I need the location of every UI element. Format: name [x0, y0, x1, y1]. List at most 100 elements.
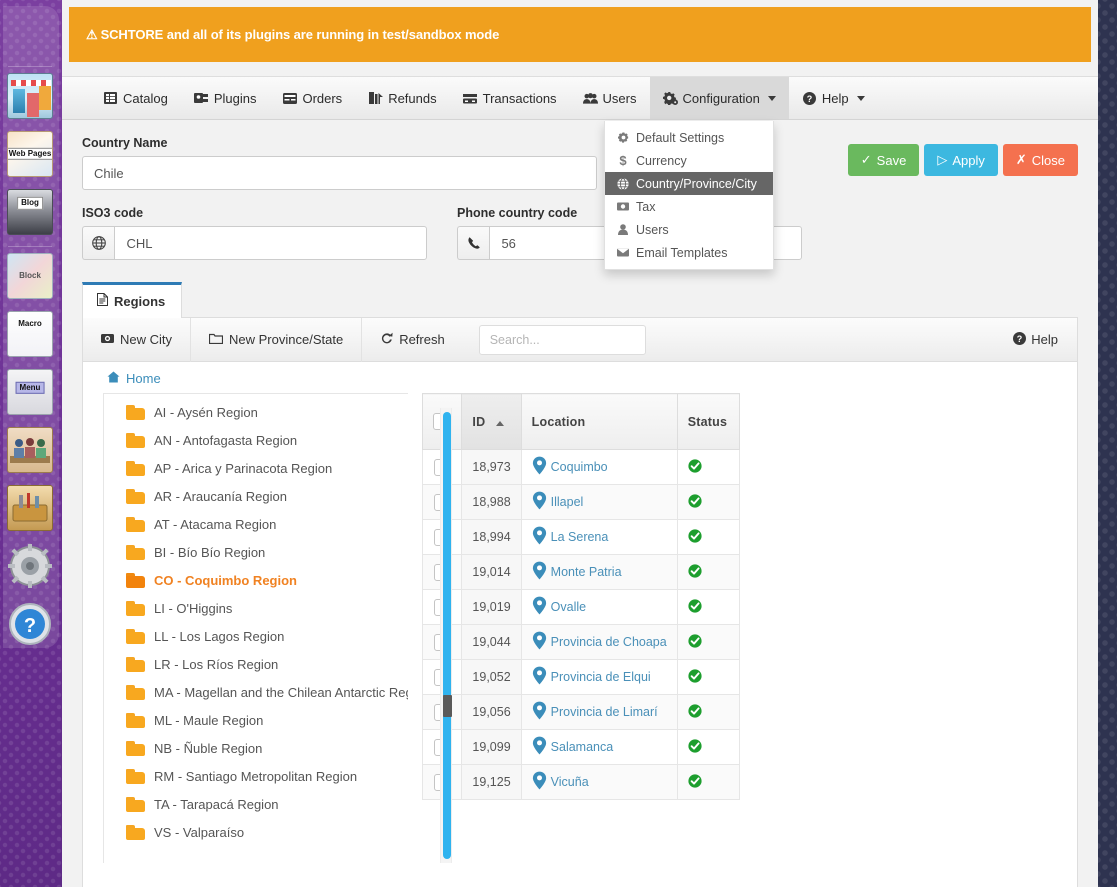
launcher-web-pages-app[interactable]: Web Pages [5, 128, 55, 180]
menu-item-users[interactable]: Users [605, 218, 773, 241]
tree-node[interactable]: ML - Maule Region [126, 706, 408, 734]
tree-node[interactable]: RM - Santiago Metropolitan Region [126, 762, 408, 790]
location-link[interactable]: Vicuña [551, 775, 589, 789]
table-row[interactable]: 19,099 Salamanca [421, 729, 741, 765]
launcher-block-app[interactable]: Block [5, 250, 55, 302]
nav-item-plugins[interactable]: Plugins [181, 77, 270, 119]
nav-item-configuration[interactable]: Configuration [649, 77, 789, 119]
tree-node-label: ML - Maule Region [154, 712, 264, 728]
map-pin-icon [532, 666, 547, 688]
tree-node-label: CO - Coquimbo Region [154, 572, 297, 588]
column-header-status[interactable]: Status [676, 393, 741, 450]
toolbar-help-dropdown[interactable]: ? Help [1013, 331, 1063, 348]
tree-node[interactable]: VS - Valparaíso [126, 818, 408, 846]
svg-text:?: ? [24, 615, 36, 637]
table-row[interactable]: 19,125 Vicuña [421, 764, 741, 800]
launcher-menu-app[interactable]: Menu [5, 366, 55, 418]
tree-scrollbar-grip[interactable] [443, 695, 452, 717]
tree-node[interactable]: NB - Ñuble Region [126, 734, 408, 762]
tree-node[interactable]: LR - Los Ríos Region [126, 650, 408, 678]
folder-icon [126, 712, 145, 728]
column-header-location[interactable]: Location [520, 393, 678, 450]
launcher-help-app[interactable]: ? [5, 598, 55, 650]
launcher-blog-app[interactable]: Blog [5, 186, 55, 238]
form-action-buttons: ✓ Save ▷ Apply ✗ Close [847, 144, 1078, 176]
row-status-cell [676, 519, 741, 555]
new-city-button[interactable]: New City [83, 317, 192, 362]
location-link[interactable]: Illapel [551, 495, 584, 509]
launcher-apps-grid[interactable] [5, 8, 55, 60]
table-row[interactable]: 19,056 Provincia de Limarí [421, 694, 741, 730]
block-icon: Block [7, 253, 53, 299]
tree-node[interactable]: AT - Atacama Region [126, 510, 408, 538]
tree-node[interactable]: AR - Araucanía Region [126, 482, 408, 510]
menu-item-default-settings[interactable]: Default Settings [605, 126, 773, 149]
tree-node[interactable]: MA - Magellan and the Chilean Antarctic … [126, 678, 408, 706]
web-pages-icon: Web Pages [7, 131, 53, 177]
nav-item-help[interactable]: ? Help [789, 77, 878, 119]
launcher-tools-app[interactable] [5, 482, 55, 534]
country-name-input[interactable] [82, 156, 597, 190]
menu-item-email-templates[interactable]: Email Templates [605, 241, 773, 264]
refresh-button[interactable]: Refresh [362, 318, 463, 362]
tree-node[interactable]: LL - Los Lagos Region [126, 622, 408, 650]
launcher-users-app[interactable] [5, 424, 55, 476]
catalog-icon [103, 92, 118, 104]
tab-regions[interactable]: Regions [82, 282, 183, 318]
nav-label-transactions: Transactions [482, 90, 557, 106]
regions-toolbar: New City New Province/State Refresh ? He… [83, 317, 1077, 362]
tree-scrollbar[interactable] [440, 408, 452, 863]
column-header-id[interactable]: ID [461, 393, 522, 450]
table-row[interactable]: 18,994 La Serena [421, 519, 741, 555]
breadcrumb[interactable]: Home [83, 362, 1077, 393]
location-link[interactable]: Provincia de Limarí [551, 705, 658, 719]
tree-node[interactable]: AP - Arica y Parinacota Region [126, 454, 408, 482]
nav-item-orders[interactable]: Orders [269, 77, 355, 119]
tree-node[interactable]: CO - Coquimbo Region [126, 566, 408, 594]
table-row[interactable]: 19,052 Provincia de Elqui [421, 659, 741, 695]
gears-icon [662, 91, 678, 105]
configuration-dropdown-menu: Default Settings $ Currency Country/Prov… [604, 121, 774, 270]
launcher-store-app[interactable] [5, 70, 55, 122]
tab-label-regions: Regions [114, 293, 166, 309]
launcher-macro-app[interactable]: Macro [5, 308, 55, 360]
tree-node[interactable]: LI - O'Higgins [126, 594, 408, 622]
tree-node-label: AI - Aysén Region [154, 404, 258, 420]
save-button[interactable]: ✓ Save [847, 144, 920, 176]
nav-item-catalog[interactable]: Catalog [90, 77, 181, 119]
table-row[interactable]: 19,044 Provincia de Choapa [421, 624, 741, 660]
tree-node[interactable]: BI - Bío Bío Region [126, 538, 408, 566]
nav-item-transactions[interactable]: Transactions [450, 77, 570, 119]
phone-icon [457, 226, 490, 260]
nav-item-refunds[interactable]: Refunds [355, 77, 449, 119]
location-link[interactable]: Monte Patria [551, 565, 622, 579]
menu-item-currency[interactable]: $ Currency [605, 149, 773, 172]
table-row[interactable]: 19,014 Monte Patria [421, 554, 741, 590]
location-link[interactable]: La Serena [551, 530, 609, 544]
menu-item-tax[interactable]: Tax [605, 195, 773, 218]
nav-item-users[interactable]: Users [570, 77, 650, 119]
envelope-icon [617, 248, 629, 257]
search-input[interactable] [478, 324, 646, 355]
close-button[interactable]: ✗ Close [1002, 144, 1078, 176]
location-link[interactable]: Salamanca [551, 740, 614, 754]
row-status-cell [676, 624, 741, 660]
table-row[interactable]: 18,988 Illapel [421, 484, 741, 520]
row-location-cell: Coquimbo [520, 449, 678, 485]
table-row[interactable]: 18,973 Coquimbo [421, 449, 741, 485]
apply-button[interactable]: ▷ Apply [924, 144, 998, 176]
location-link[interactable]: Ovalle [551, 600, 586, 614]
launcher-settings-app[interactable] [5, 540, 55, 592]
location-link[interactable]: Provincia de Choapa [551, 635, 667, 649]
row-location-cell: Ovalle [520, 589, 678, 625]
iso3-code-input[interactable] [114, 226, 427, 260]
location-link[interactable]: Provincia de Elqui [551, 670, 651, 684]
tree-node[interactable]: AI - Aysén Region [126, 398, 408, 426]
location-link[interactable]: Coquimbo [551, 460, 608, 474]
tree-node[interactable]: TA - Tarapacá Region [126, 790, 408, 818]
table-row[interactable]: 19,019 Ovalle [421, 589, 741, 625]
menu-item-country-province-city[interactable]: Country/Province/City [605, 172, 773, 195]
tree-node[interactable]: AN - Antofagasta Region [126, 426, 408, 454]
new-province-button[interactable]: New Province/State [191, 317, 363, 362]
tree-scrollbar-thumb[interactable] [443, 412, 452, 859]
